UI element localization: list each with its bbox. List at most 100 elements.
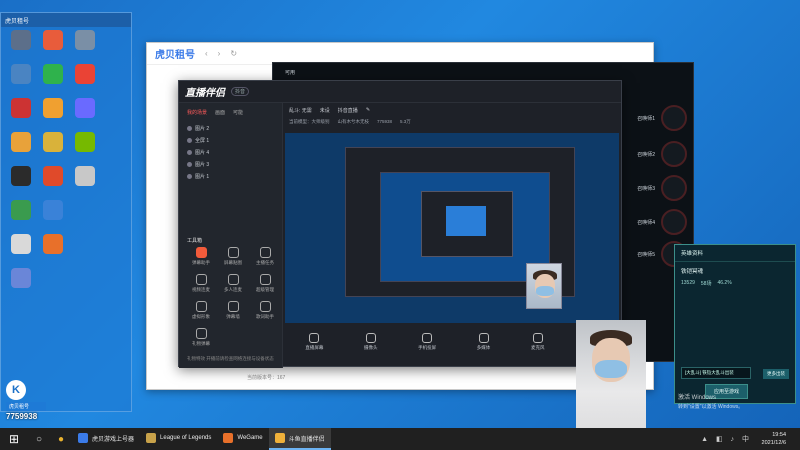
hero-stat: 13529 — [681, 280, 695, 286]
clock[interactable]: 19:54 2021/12/6 — [762, 431, 786, 447]
hero-stats: 13529 58场 46.2% — [675, 278, 795, 289]
search-icon[interactable]: ○ — [28, 434, 50, 445]
tool-item[interactable]: 多人连麦 — [217, 274, 249, 293]
desktop-icon[interactable] — [68, 64, 102, 84]
tool-item[interactable]: 虚拟形象 — [185, 301, 217, 320]
windows-start-icon[interactable]: ⊞ — [0, 428, 28, 450]
edit-icon[interactable]: ✎ — [366, 107, 370, 114]
desktop-icon[interactable] — [4, 268, 38, 288]
taskbar-item[interactable]: 虎贝游戏上号器 — [72, 428, 140, 450]
desktop-icon[interactable] — [4, 98, 38, 118]
tool-item[interactable]: 弹幕助手 — [185, 247, 217, 266]
taskbar-item[interactable]: League of Legends — [140, 428, 217, 450]
desktop-icon[interactable] — [36, 98, 70, 118]
eye-icon[interactable] — [187, 161, 192, 167]
more-builds-button[interactable]: 更多出装 — [763, 369, 789, 379]
eye-icon[interactable] — [187, 137, 192, 143]
app-icon — [223, 433, 234, 443]
eye-icon[interactable] — [187, 149, 192, 155]
back-icon[interactable]: ‹ — [205, 49, 208, 58]
slot-button[interactable] — [661, 175, 687, 201]
system-tray-icons[interactable]: ▲ ◧ ♪ 中 — [701, 434, 752, 444]
clock-date: 2021/12/6 — [761, 440, 786, 446]
tool-label: 超级管理 — [256, 287, 274, 292]
desktop-icon[interactable] — [36, 30, 70, 50]
control-mic[interactable]: 麦克风 — [531, 333, 544, 351]
slot-button[interactable] — [661, 209, 687, 235]
control-camera[interactable]: 摄像头 — [364, 333, 377, 351]
app-icon — [146, 433, 157, 443]
control-phone[interactable]: 手机投屏 — [418, 333, 436, 351]
eye-icon[interactable] — [187, 173, 192, 179]
control-label: 手机投屏 — [418, 345, 437, 350]
meta-setting[interactable]: 未设 — [320, 107, 330, 114]
tool-label: 视频连麦 — [192, 287, 210, 292]
tool-label: 主播任务 — [256, 260, 274, 265]
tool-item[interactable]: 礼物弹幕 — [185, 328, 217, 347]
slot-button[interactable] — [661, 141, 687, 167]
live-header: 直播伴侣 抖音 — [179, 81, 621, 103]
source-label: 图片 4 — [195, 149, 210, 156]
tool-item[interactable]: 超级管理 — [249, 274, 281, 293]
app-icon — [274, 433, 285, 443]
tab-other[interactable]: 可能 — [233, 109, 243, 116]
desktop-icon[interactable] — [36, 166, 70, 186]
build-select[interactable]: [大乱斗] 铁铠大乱斗出装 — [681, 367, 751, 379]
desktop-icon[interactable] — [68, 98, 102, 118]
desktop-icon[interactable] — [36, 64, 70, 84]
source-item[interactable]: 图片 4 — [179, 146, 282, 158]
source-item[interactable]: 图片 1 — [179, 170, 282, 182]
source-item[interactable]: 图片 3 — [179, 158, 282, 170]
desktop-icon[interactable] — [4, 166, 38, 186]
source-item[interactable]: 图片 2 — [179, 122, 282, 134]
hero-header: 英雄资料 — [675, 245, 795, 262]
desktop-icon[interactable] — [36, 200, 70, 220]
desktop-icon[interactable] — [68, 166, 102, 186]
desktop-icon[interactable] — [36, 234, 70, 254]
tool-item[interactable]: 主播任务 — [249, 247, 281, 266]
tool-icon — [195, 274, 207, 285]
desktop-icon[interactable] — [36, 132, 70, 152]
camera-icon — [365, 333, 376, 343]
control-label: 直播屏幕 — [305, 345, 324, 350]
desktop-icon[interactable] — [4, 132, 38, 152]
tool-item[interactable]: 屏幕贴图 — [217, 247, 249, 266]
platform-badge[interactable]: 抖音 — [231, 87, 250, 96]
tab-scene[interactable]: 我的场景 — [187, 109, 207, 116]
activation-line-2: 转到"设置"以激活 Windows。 — [678, 404, 744, 410]
forward-icon[interactable]: › — [218, 49, 221, 58]
meta-model: 当前模型：大师级别 — [289, 119, 330, 124]
desktop-icon[interactable] — [68, 30, 102, 50]
meta-category[interactable]: 抖音直播 — [338, 107, 358, 114]
webcam-mask — [536, 286, 554, 296]
slot-label: 召唤师2 — [637, 152, 655, 158]
tab-screen[interactable]: 画面 — [215, 109, 225, 116]
taskbar-item-active[interactable]: 斗鱼直播伴侣 — [268, 428, 331, 450]
meta-mode[interactable]: 乱斗: 无需 — [289, 107, 312, 114]
hero-stat: 58场 — [700, 281, 712, 287]
toolbox-title: 工具箱 — [187, 238, 203, 244]
desktop-icon[interactable] — [4, 234, 38, 254]
tool-icon — [227, 247, 239, 258]
refresh-icon[interactable]: ↻ — [230, 49, 237, 58]
tool-item[interactable]: 歌词助手 — [249, 301, 281, 320]
slot-button[interactable] — [661, 105, 687, 131]
desktop-icons-column-1 — [4, 30, 40, 288]
control-media[interactable]: 多媒体 — [477, 333, 490, 351]
control-screen[interactable]: 直播屏幕 — [305, 333, 323, 351]
eye-icon[interactable] — [187, 125, 192, 131]
tool-item[interactable]: 视频连麦 — [185, 274, 217, 293]
stream-preview[interactable] — [285, 133, 619, 323]
desktop-icon[interactable] — [68, 132, 102, 152]
desktop-icon[interactable] — [4, 200, 38, 220]
monitor-icon — [309, 333, 320, 343]
desktop-icon[interactable] — [4, 64, 38, 84]
source-item[interactable]: 全屏 1 — [179, 134, 282, 146]
taskbar-item[interactable]: WeGame — [217, 428, 268, 450]
chrome-icon[interactable]: ● — [50, 434, 72, 445]
desktop-icon[interactable] — [4, 30, 38, 50]
tool-item[interactable]: 弹幕墙 — [217, 301, 249, 320]
mic-icon — [532, 333, 543, 343]
browser-status: 当前版本号：167 — [247, 375, 286, 381]
source-label: 图片 3 — [195, 161, 210, 168]
